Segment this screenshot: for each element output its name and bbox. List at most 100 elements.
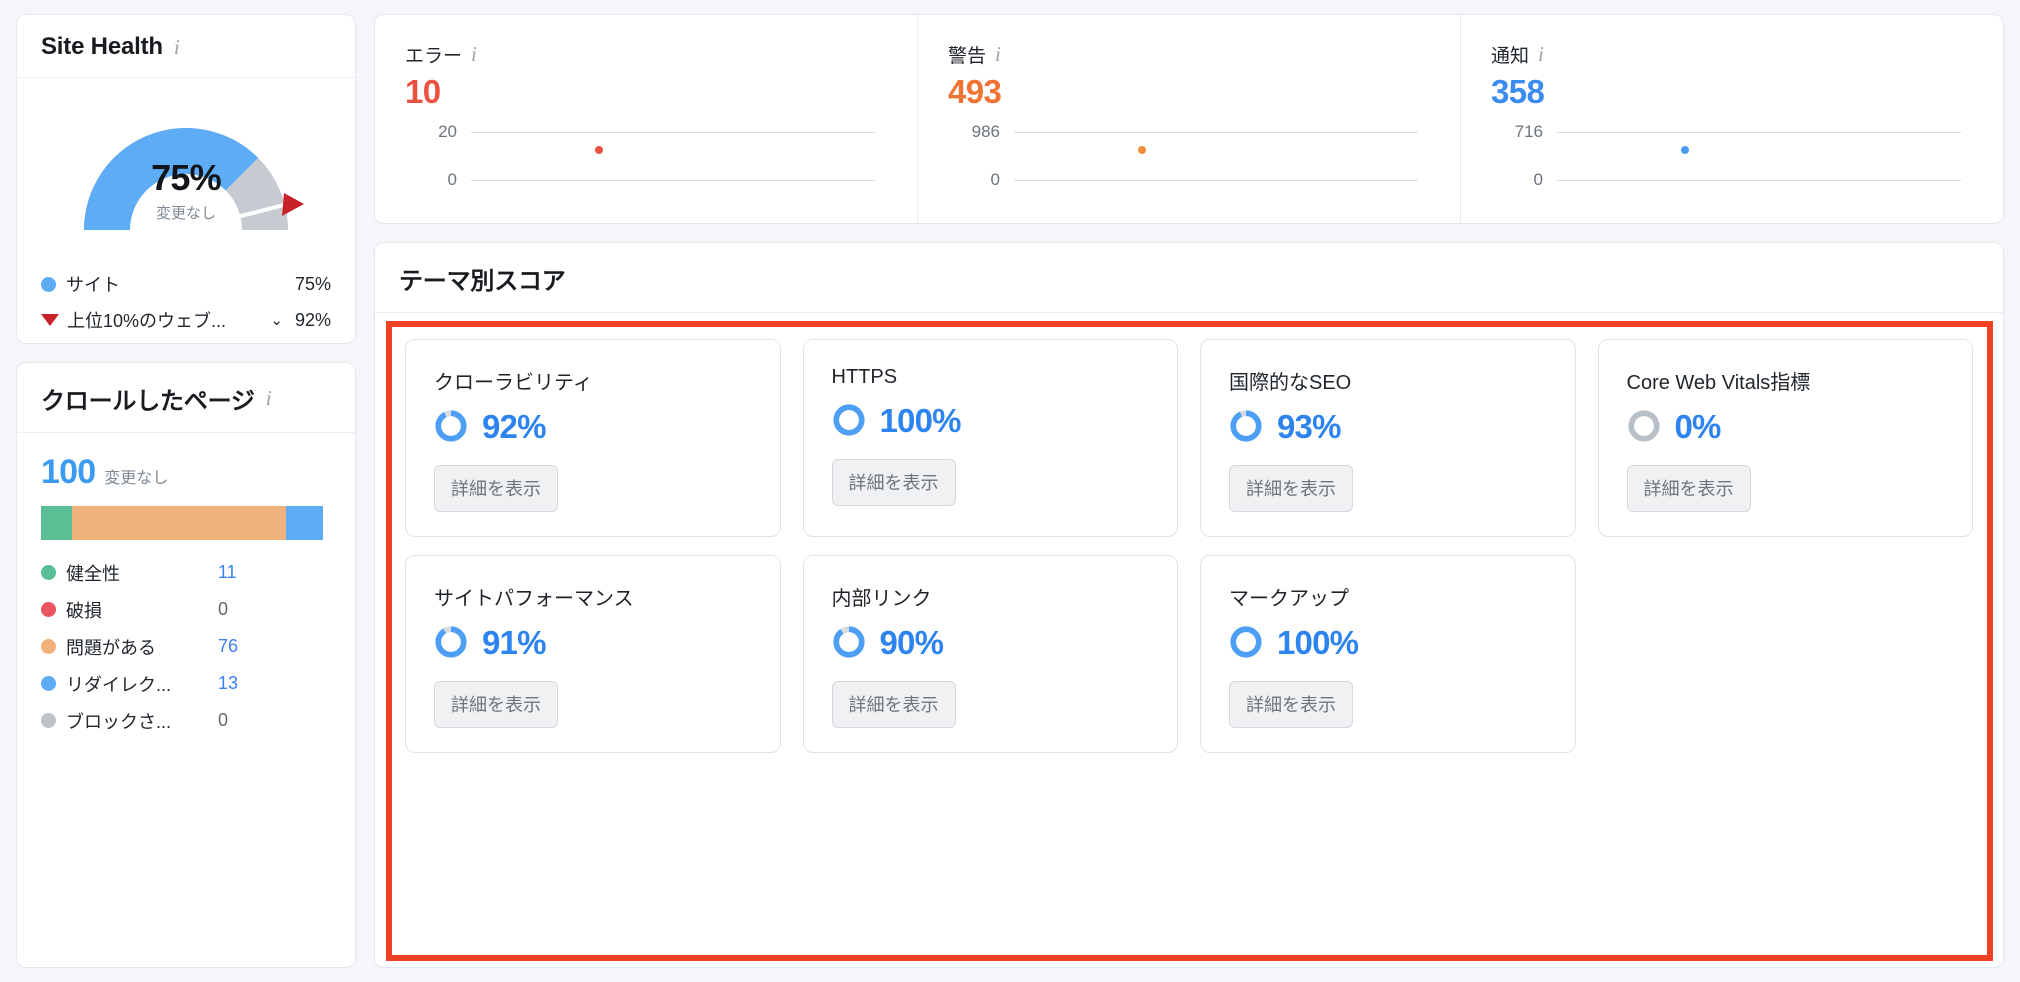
view-details-button[interactable]: 詳細を表示 (1626, 465, 1751, 512)
axis-tick-max: 716 (1514, 122, 1543, 142)
stacked-segment-healthy (41, 506, 73, 540)
theme-scores-header: テーマ別スコア (375, 243, 2003, 313)
legend-value: 0 (218, 710, 229, 730)
donut-ring-icon (1230, 410, 1262, 442)
theme-card-site-performance[interactable]: サイトパフォーマンス 91% 詳細を表示 (405, 555, 781, 753)
issue-label: 警告 (948, 46, 987, 67)
info-icon[interactable]: i (174, 36, 180, 58)
site-health-card: Site Health i 75% 変更なし サイト 75% 上位10%のウェブ… (16, 14, 356, 344)
legend-value[interactable]: 76 (218, 636, 238, 657)
issue-header: 警告 i (948, 41, 1430, 68)
donut-ring-icon (1627, 410, 1660, 442)
stacked-segment-redirects (286, 506, 323, 540)
chevron-down-icon[interactable]: ⌄ (270, 313, 283, 328)
theme-name: クローラビリティ (434, 372, 593, 394)
donut-ring-icon (832, 626, 865, 658)
legend-label: 上位10%のウェブ... (67, 311, 227, 331)
theme-scores-card: テーマ別スコア クローラビリティ 92% 詳細を表示 HTTPS 100% 詳細… (374, 242, 2004, 968)
issue-label: エラー (405, 46, 463, 67)
legend-dot-icon (41, 276, 56, 292)
theme-score-row: 0% (1627, 409, 1945, 443)
theme-score-value: 93% (1277, 407, 1341, 445)
legend-item-site: サイト 75% (41, 266, 331, 302)
crawled-total-value: 100 (41, 453, 96, 491)
issue-header: エラー i (405, 41, 887, 68)
theme-card-https[interactable]: HTTPS 100% 詳細を表示 (802, 339, 1178, 537)
theme-name: 国際的なSEO (1229, 372, 1352, 394)
view-details-button[interactable]: 詳細を表示 (831, 459, 956, 506)
theme-card-markup[interactable]: マークアップ 100% 詳細を表示 (1200, 555, 1576, 753)
theme-scores-body: クローラビリティ 92% 詳細を表示 HTTPS 100% 詳細を表示 国際的な… (375, 313, 2003, 967)
legend-value[interactable]: 11 (218, 562, 237, 583)
gridline (1557, 179, 1961, 181)
view-details-button[interactable]: 詳細を表示 (434, 465, 558, 512)
issue-value: 493 (948, 73, 1002, 110)
gauge-change-label: 変更なし (155, 205, 216, 222)
theme-card-internal-links[interactable]: 内部リンク 90% 詳細を表示 (802, 555, 1178, 753)
theme-score-row: 100% (832, 403, 1150, 437)
issues-summary-card: エラー i 10 20 0 警告 i 493 986 0 通知 i 358 71… (374, 14, 2004, 224)
theme-score-row: 90% (832, 625, 1150, 659)
theme-score-value: 91% (482, 623, 546, 661)
crawled-change-label: 変更なし (104, 470, 169, 487)
legend-dot-icon (41, 565, 56, 580)
theme-card-crawlability[interactable]: クローラビリティ 92% 詳細を表示 (405, 339, 781, 537)
legend-value[interactable]: 13 (218, 673, 238, 694)
gridline (471, 179, 875, 181)
info-icon[interactable]: i (266, 388, 272, 409)
crawled-pages-body: 100 変更なし 健全性 11 破損 0 問題がある 76 リダイレク... 1… (17, 433, 355, 739)
list-item: リダイレク... 13 (41, 665, 331, 702)
legend-dot-icon (41, 639, 56, 654)
gridline (1557, 131, 1961, 133)
right-column: エラー i 10 20 0 警告 i 493 986 0 通知 i 358 71… (374, 14, 2004, 968)
view-details-button[interactable]: 詳細を表示 (831, 681, 956, 728)
legend-label: 問題がある (66, 637, 156, 658)
info-icon[interactable]: i (995, 44, 1001, 65)
legend-value: 92% (294, 309, 331, 330)
theme-name: Core Web Vitals指標 (1626, 372, 1811, 394)
legend-label: 健全性 (66, 563, 120, 584)
theme-score-value: 100% (879, 401, 962, 439)
axis-tick-min: 0 (447, 170, 457, 190)
theme-card-international-seo[interactable]: 国際的なSEO 93% 詳細を表示 (1200, 339, 1576, 537)
legend-dot-icon (41, 676, 56, 691)
legend-dot-icon (41, 713, 56, 728)
list-item: 問題がある 76 (41, 628, 331, 665)
theme-card-core-web-vitals[interactable]: Core Web Vitals指標 0% 詳細を表示 (1597, 339, 1973, 537)
view-details-button[interactable]: 詳細を表示 (1229, 465, 1353, 512)
gauge-center-label: 75% 変更なし (56, 160, 316, 223)
theme-score-row: 93% (1229, 409, 1547, 443)
site-health-gauge: 75% 変更なし (56, 98, 316, 250)
view-details-button[interactable]: 詳細を表示 (434, 681, 558, 728)
dashboard-root: Site Health i 75% 変更なし サイト 75% 上位10%のウェブ… (0, 0, 2020, 982)
axis-tick-min: 0 (990, 170, 1000, 190)
sparkline-chart: 986 0 (948, 122, 1430, 190)
gridline (471, 131, 875, 133)
issue-cell-notices[interactable]: 通知 i 358 716 0 (1460, 15, 2003, 223)
issue-cell-errors[interactable]: エラー i 10 20 0 (375, 15, 917, 223)
theme-score-row: 100% (1229, 625, 1547, 659)
theme-score-value: 0% (1674, 407, 1722, 445)
axis-tick-max: 986 (971, 122, 1000, 142)
legend-item-benchmark[interactable]: 上位10%のウェブ... ⌄ 92% (41, 302, 331, 338)
gridline (1014, 179, 1418, 181)
triangle-down-icon (41, 314, 59, 326)
legend-label: 破損 (66, 600, 102, 621)
data-point (1138, 146, 1146, 155)
site-health-legend: サイト 75% 上位10%のウェブ... ⌄ 92% (17, 250, 355, 338)
donut-ring-icon (435, 410, 467, 442)
legend-label: サイト (66, 275, 120, 295)
info-icon[interactable]: i (1538, 44, 1544, 65)
sparkline-axis-top: 716 (1491, 122, 1961, 142)
gridline (1014, 131, 1418, 133)
issue-cell-warnings[interactable]: 警告 i 493 986 0 (917, 15, 1460, 223)
theme-name: HTTPS (831, 366, 898, 388)
info-icon[interactable]: i (471, 44, 477, 65)
stacked-segment-issues (72, 506, 287, 540)
view-details-button[interactable]: 詳細を表示 (1229, 681, 1353, 728)
list-item: 健全性 11 (41, 554, 331, 591)
donut-ring-icon (435, 626, 467, 658)
theme-name: 内部リンク (831, 588, 932, 610)
sparkline-axis-top: 986 (948, 122, 1418, 142)
theme-card-grid: クローラビリティ 92% 詳細を表示 HTTPS 100% 詳細を表示 国際的な… (389, 325, 1989, 767)
